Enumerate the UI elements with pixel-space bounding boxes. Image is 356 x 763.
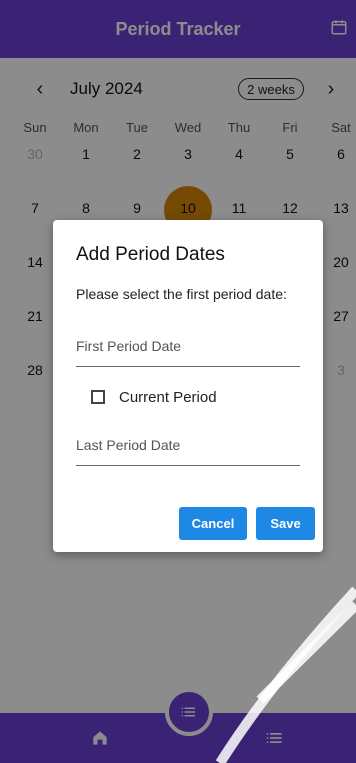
last-period-date-field[interactable]: Last Period Date bbox=[76, 435, 300, 466]
current-period-label: Current Period bbox=[119, 388, 217, 406]
app-root: Period Tracker ‹ July 2024 2 weeks › Sun… bbox=[0, 0, 356, 763]
cancel-button[interactable]: Cancel bbox=[179, 507, 247, 540]
first-period-date-label: First Period Date bbox=[76, 338, 182, 354]
first-period-date-field[interactable]: First Period Date bbox=[76, 336, 300, 367]
current-period-checkbox[interactable] bbox=[91, 390, 105, 404]
current-period-checkbox-row[interactable]: Current Period bbox=[91, 386, 291, 408]
dialog-subtitle: Please select the first period date: bbox=[76, 286, 287, 302]
save-button[interactable]: Save bbox=[256, 507, 315, 540]
dialog-title: Add Period Dates bbox=[76, 244, 225, 265]
last-period-date-label: Last Period Date bbox=[76, 437, 181, 453]
add-period-dates-dialog: Add Period Dates Please select the first… bbox=[53, 220, 323, 552]
